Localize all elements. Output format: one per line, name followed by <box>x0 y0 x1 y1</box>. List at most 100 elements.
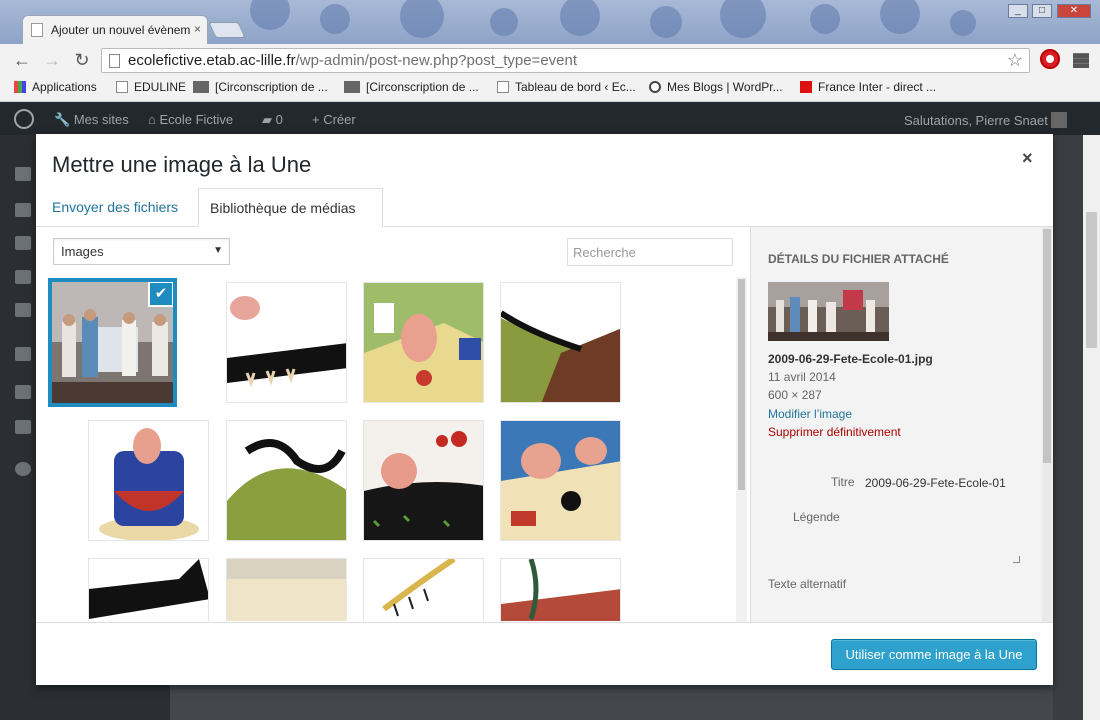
page-background <box>1053 135 1083 720</box>
modal-title: Mettre une image à la Une <box>52 152 312 177</box>
set-featured-image-button[interactable]: Utiliser comme image à la Une <box>831 639 1037 670</box>
bookmark-circonscription-2[interactable]: [Circonscription de ... <box>344 80 479 94</box>
forward-icon[interactable]: → <box>41 50 63 70</box>
media-item-selected[interactable]: ✔ <box>48 278 177 407</box>
attachment-dimensions: 600 × 287 <box>768 388 822 402</box>
details-heading: Détails du fichier attaché <box>768 252 949 266</box>
address-bar[interactable]: ecolefictive.etab.ac-lille.fr/wp-admin/p… <box>101 48 1030 73</box>
tools-icon[interactable] <box>15 236 31 250</box>
forms-icon[interactable] <box>15 303 31 317</box>
chevron-down-icon: ▼ <box>213 245 223 256</box>
home-icon: ⌂ <box>148 112 160 127</box>
mysites-menu[interactable]: 🔧 Mes sites <box>54 112 129 128</box>
comments-menu[interactable]: ▰ 0 <box>262 112 283 128</box>
bookmark-tableau-de-bord[interactable]: Tableau de bord ‹ Ec... <box>497 80 636 94</box>
media-item[interactable] <box>226 420 347 541</box>
site-icon <box>344 81 360 93</box>
illustration-thumbnail <box>364 421 483 540</box>
stats-icon[interactable] <box>15 270 31 284</box>
illustration-thumbnail <box>364 283 483 402</box>
menu-icon[interactable]: ▬ ▬ ▬ <box>1073 46 1089 72</box>
media-item[interactable] <box>363 558 484 621</box>
extension-icon[interactable] <box>1040 49 1060 69</box>
search-input[interactable]: Recherche <box>567 238 733 266</box>
media-item[interactable] <box>226 558 347 621</box>
page-icon <box>497 81 509 93</box>
caption-label: Légende <box>793 510 840 524</box>
bookmark-circonscription-1[interactable]: [Circonscription de ... <box>193 80 328 94</box>
tab-title: Ajouter un nouvel évènem <box>51 23 191 37</box>
illustration-thumbnail <box>89 421 208 540</box>
alt-text-label: Texte alternatif <box>768 577 847 591</box>
account-menu[interactable]: Salutations, Pierre Snaet <box>904 112 1068 128</box>
media-item[interactable] <box>363 282 484 403</box>
bookmark-mes-blogs[interactable]: Mes Blogs | WordPr... <box>649 80 783 94</box>
page-background <box>170 685 1053 720</box>
media-grid-scrollbar-thumb[interactable] <box>738 279 745 490</box>
close-window-icon[interactable]: ✕ <box>1057 4 1091 18</box>
comment-icon: ▰ <box>262 112 276 127</box>
title-label: Titre <box>831 475 855 489</box>
collapse-menu-icon[interactable] <box>15 462 31 476</box>
wordpress-icon <box>649 81 661 93</box>
back-icon[interactable]: ← <box>11 50 33 70</box>
title-field[interactable]: 2009-06-29-Fete-Ecole-01 <box>865 471 1025 495</box>
bookmark-star-icon[interactable]: ☆ <box>1007 50 1023 71</box>
details-scrollbar-thumb[interactable] <box>1043 229 1051 463</box>
wordpress-logo-icon[interactable] <box>14 109 34 129</box>
illustration-thumbnail <box>501 283 620 402</box>
tab-close-icon[interactable]: × <box>194 22 201 36</box>
media-item[interactable] <box>226 282 347 403</box>
media-type-filter[interactable]: Images ▼ <box>53 238 230 265</box>
illustration-thumbnail <box>227 283 346 402</box>
illustration-thumbnail <box>501 559 620 621</box>
plugin-icon[interactable] <box>15 420 31 434</box>
bookmark-france-inter[interactable]: France Inter - direct ... <box>800 80 936 94</box>
maximize-window-icon[interactable]: □ <box>1032 4 1052 18</box>
illustration-thumbnail <box>89 559 208 621</box>
media-item[interactable] <box>500 558 621 621</box>
attachment-preview-image <box>768 282 889 341</box>
illustration-thumbnail <box>227 421 346 540</box>
check-icon[interactable]: ✔ <box>148 282 173 307</box>
site-icon <box>193 81 209 93</box>
settings-icon[interactable] <box>15 385 31 399</box>
modal-toolbar: Utiliser comme image à la Une <box>36 622 1053 685</box>
close-icon[interactable]: × <box>1022 148 1033 169</box>
delete-permanently-link[interactable]: Supprimer définitivement <box>768 425 901 439</box>
site-menu[interactable]: ⌂ Ecole Fictive <box>148 112 233 127</box>
browser-tab[interactable]: Ajouter un nouvel évènem × <box>22 15 208 44</box>
media-item[interactable] <box>88 558 209 621</box>
radio-icon <box>800 81 812 93</box>
caption-textarea[interactable] <box>861 503 1022 565</box>
tab-upload-files[interactable]: Envoyer des fichiers <box>52 199 178 215</box>
illustration-thumbnail <box>227 559 346 621</box>
avatar <box>1051 112 1068 128</box>
bookmark-applications[interactable]: Applications <box>14 80 97 94</box>
plus-icon: + <box>312 112 324 127</box>
apps-grid-icon <box>14 81 26 93</box>
pin-icon[interactable] <box>15 167 31 181</box>
media-item[interactable] <box>500 282 621 403</box>
tab-media-library[interactable]: Bibliothèque de médias <box>198 188 383 227</box>
illustration-thumbnail <box>501 421 620 540</box>
appearance-icon[interactable] <box>15 347 31 361</box>
page-icon <box>109 54 120 68</box>
users-icon[interactable] <box>15 203 31 217</box>
bookmark-eduline[interactable]: EDULINE <box>116 80 186 94</box>
minimize-window-icon[interactable]: _ <box>1008 4 1028 18</box>
reload-icon[interactable]: ↻ <box>71 50 93 70</box>
media-grid: ✔ <box>36 274 750 621</box>
wrench-icon: 🔧 <box>54 112 74 127</box>
media-item[interactable] <box>500 420 621 541</box>
filter-selected-value: Images <box>61 244 104 259</box>
attachment-filename: 2009-06-29-Fete-Ecole-01.jpg <box>768 352 933 366</box>
media-item[interactable] <box>88 420 209 541</box>
wp-admin-bar: 🔧 Mes sites ⌂ Ecole Fictive ▰ 0 + Créer … <box>0 103 1100 135</box>
edit-image-link[interactable]: Modifier l’image <box>768 407 852 421</box>
page-scrollbar-thumb[interactable] <box>1086 212 1097 348</box>
media-item[interactable] <box>363 420 484 541</box>
school-party-preview <box>768 282 889 341</box>
attachment-date: 11 avril 2014 <box>768 370 836 384</box>
create-menu[interactable]: + Créer <box>312 112 356 127</box>
